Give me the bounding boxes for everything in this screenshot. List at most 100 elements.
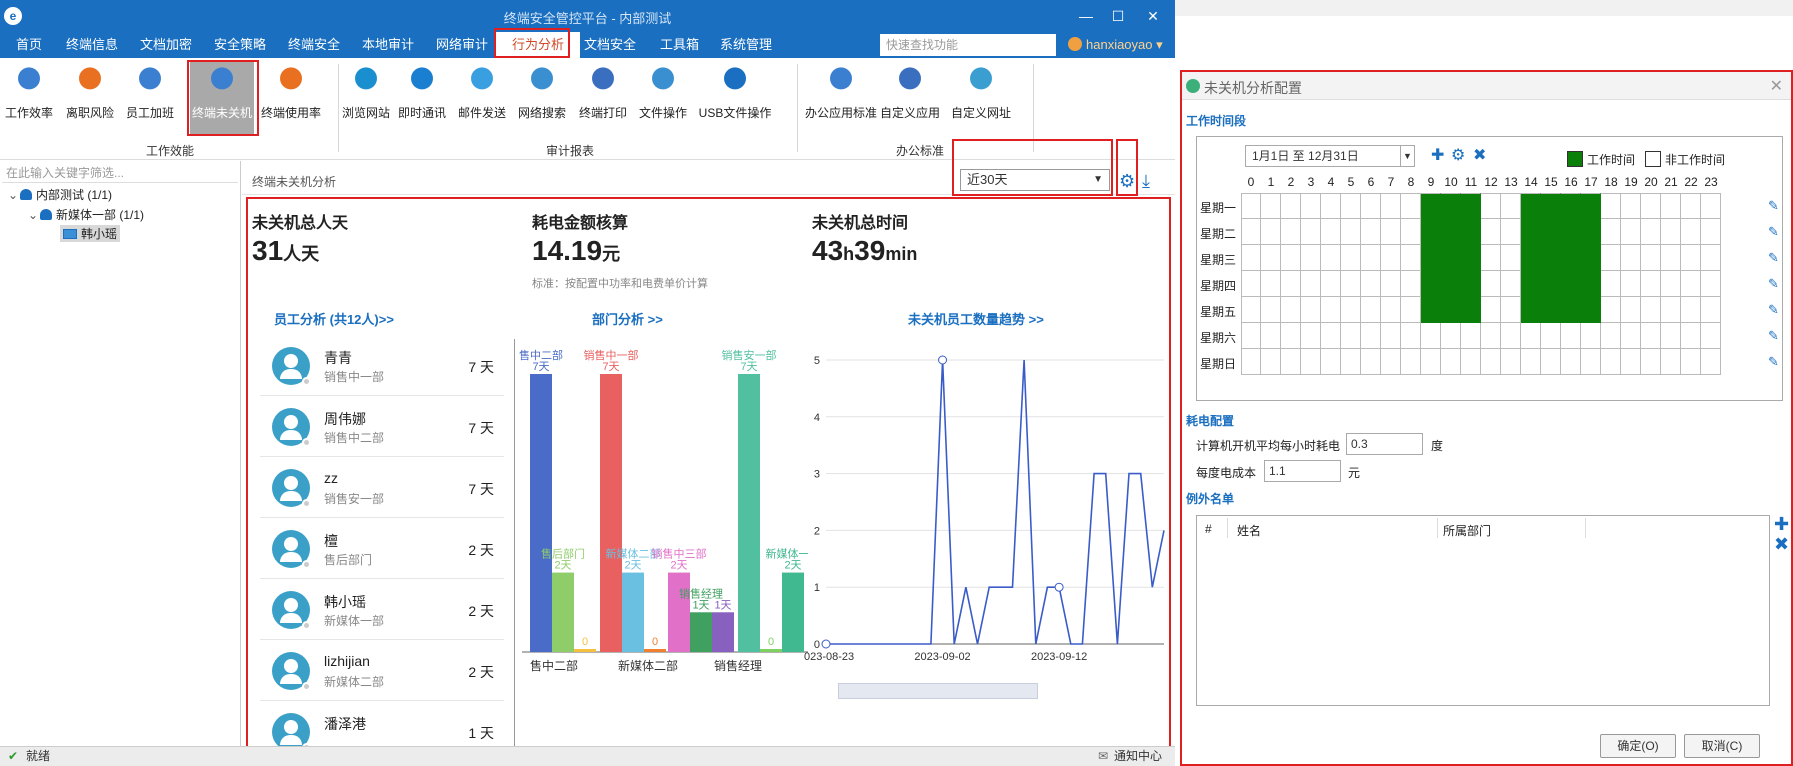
dept-bar[interactable] <box>668 572 690 652</box>
time-cell[interactable] <box>1521 271 1541 297</box>
time-cell[interactable] <box>1381 219 1401 245</box>
time-cell[interactable] <box>1541 271 1561 297</box>
time-cell[interactable] <box>1261 271 1281 297</box>
time-cell[interactable] <box>1241 193 1261 219</box>
time-cell[interactable] <box>1601 193 1621 219</box>
chevron-down-icon[interactable]: ⌄ <box>28 208 40 222</box>
time-cell[interactable] <box>1281 349 1301 375</box>
ribbon-button-4[interactable]: 终端使用率 <box>258 62 324 134</box>
time-cell[interactable] <box>1321 245 1341 271</box>
time-cell[interactable] <box>1481 271 1501 297</box>
time-cell[interactable] <box>1401 323 1421 349</box>
time-cell[interactable] <box>1561 245 1581 271</box>
time-cell[interactable] <box>1621 245 1641 271</box>
time-cell[interactable] <box>1621 271 1641 297</box>
menu-network-audit[interactable]: 网络审计 <box>436 32 488 58</box>
time-cell[interactable] <box>1281 271 1301 297</box>
time-cell[interactable] <box>1541 297 1561 323</box>
tree-node-root[interactable]: ⌄ 内部测试 (1/1) <box>8 186 112 203</box>
tree-node-dept[interactable]: ⌄ 新媒体一部 (1/1) <box>28 206 144 223</box>
dept-bar[interactable] <box>738 374 760 652</box>
add-exception-icon[interactable]: ✚ <box>1774 514 1789 535</box>
time-cell[interactable] <box>1641 245 1661 271</box>
time-cell[interactable] <box>1541 349 1561 375</box>
tree-filter-input[interactable]: 在此输入关键字筛选... <box>2 163 238 183</box>
edit-pen-icon[interactable]: ✎ <box>1768 224 1779 240</box>
time-cell[interactable] <box>1361 297 1381 323</box>
time-cell[interactable] <box>1541 219 1561 245</box>
power-input[interactable]: 0.3 <box>1346 433 1423 455</box>
menu-local-audit[interactable]: 本地审计 <box>362 32 414 58</box>
time-cell[interactable] <box>1481 323 1501 349</box>
edit-pen-icon[interactable]: ✎ <box>1768 302 1779 318</box>
time-cell[interactable] <box>1381 245 1401 271</box>
time-cell[interactable] <box>1421 297 1441 323</box>
time-cell[interactable] <box>1681 193 1701 219</box>
time-cell[interactable] <box>1461 349 1481 375</box>
time-cell[interactable] <box>1561 271 1581 297</box>
time-cell[interactable] <box>1561 323 1581 349</box>
dept-bar[interactable] <box>574 649 596 652</box>
time-cell[interactable] <box>1301 349 1321 375</box>
time-cell[interactable] <box>1461 323 1481 349</box>
time-cell[interactable] <box>1361 323 1381 349</box>
notification-center[interactable]: 通知中心 <box>1114 747 1162 766</box>
time-cell[interactable] <box>1481 193 1501 219</box>
time-cell[interactable] <box>1581 193 1601 219</box>
employee-row[interactable]: 青青 销售中一部 7 天 <box>260 335 504 396</box>
section-employee-link[interactable]: 员工分析 (共12人)>> <box>274 309 394 328</box>
time-cell[interactable] <box>1261 193 1281 219</box>
chevron-down-icon[interactable]: ⌄ <box>8 188 20 202</box>
ribbon-button-11[interactable]: USB文件操作 <box>696 62 774 134</box>
gear-icon[interactable]: ⚙ <box>1451 145 1465 165</box>
time-cell[interactable] <box>1461 271 1481 297</box>
time-cell[interactable] <box>1581 245 1601 271</box>
time-cell[interactable] <box>1701 271 1721 297</box>
time-cell[interactable] <box>1581 349 1601 375</box>
time-cell[interactable] <box>1361 245 1381 271</box>
time-cell[interactable] <box>1421 323 1441 349</box>
time-cell[interactable] <box>1621 219 1641 245</box>
time-cell[interactable] <box>1241 297 1261 323</box>
time-cell[interactable] <box>1421 193 1441 219</box>
time-cell[interactable] <box>1681 349 1701 375</box>
time-cell[interactable] <box>1441 219 1461 245</box>
minimize-button[interactable]: — <box>1068 4 1104 28</box>
menu-terminal-security[interactable]: 终端安全 <box>288 32 340 58</box>
dept-bar[interactable] <box>644 649 666 652</box>
section-dept-link[interactable]: 部门分析 >> <box>592 309 663 328</box>
chart-zoom-slider[interactable] <box>838 683 1038 699</box>
time-cell[interactable] <box>1261 349 1281 375</box>
time-cell[interactable] <box>1301 323 1321 349</box>
time-cell[interactable] <box>1401 271 1421 297</box>
time-cell[interactable] <box>1241 271 1261 297</box>
time-cell[interactable] <box>1701 193 1721 219</box>
dept-bar[interactable] <box>760 649 782 652</box>
dept-bar[interactable] <box>690 612 712 652</box>
time-cell[interactable] <box>1241 323 1261 349</box>
data-point[interactable] <box>938 355 948 365</box>
menu-terminal-info[interactable]: 终端信息 <box>66 32 118 58</box>
ribbon-button-8[interactable]: 网络搜索 <box>516 62 568 134</box>
ribbon-button-12[interactable]: 办公应用标准 <box>802 62 880 134</box>
time-cell[interactable] <box>1561 193 1581 219</box>
time-cell[interactable] <box>1661 271 1681 297</box>
time-cell[interactable] <box>1261 245 1281 271</box>
time-cell[interactable] <box>1521 297 1541 323</box>
time-cell[interactable] <box>1641 323 1661 349</box>
time-cell[interactable] <box>1521 349 1541 375</box>
time-cell[interactable] <box>1421 219 1441 245</box>
add-icon[interactable]: ✚ <box>1431 145 1444 165</box>
time-cell[interactable] <box>1321 349 1341 375</box>
dept-bar[interactable] <box>600 374 622 652</box>
time-cell[interactable] <box>1641 193 1661 219</box>
time-cell[interactable] <box>1501 193 1521 219</box>
maximize-button[interactable]: ☐ <box>1100 4 1136 28</box>
time-cell[interactable] <box>1381 323 1401 349</box>
time-cell[interactable] <box>1401 297 1421 323</box>
time-cell[interactable] <box>1521 193 1541 219</box>
time-cell[interactable] <box>1401 349 1421 375</box>
time-cell[interactable] <box>1381 193 1401 219</box>
employee-row[interactable]: lizhijian 新媒体二部 2 天 <box>260 640 504 701</box>
delete-icon[interactable]: ✖ <box>1473 145 1486 165</box>
